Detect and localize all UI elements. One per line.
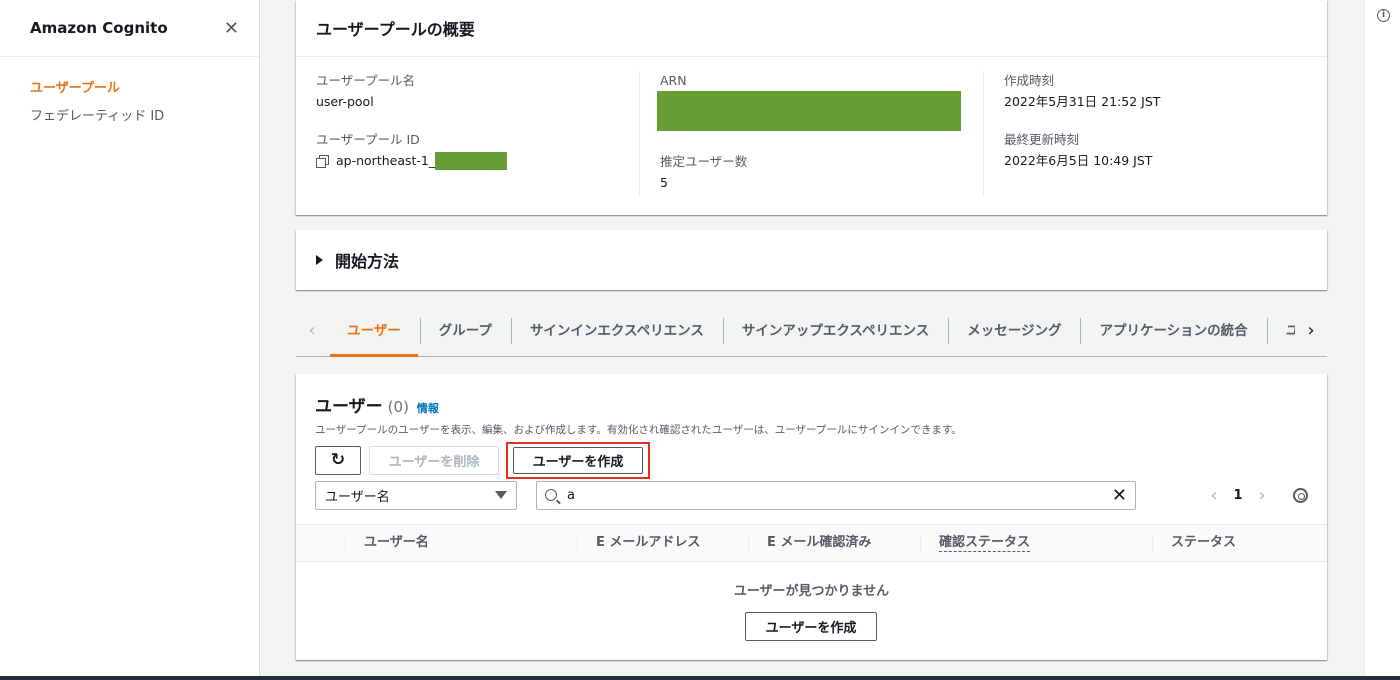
tab-sign-in-experience[interactable]: サインインエクスペリエンス [510,305,723,357]
getting-started-section[interactable]: 開始方法 [296,230,1327,290]
empty-create-user-button[interactable]: ユーザーを作成 [745,612,877,641]
create-user-button[interactable]: ユーザーを作成 [513,446,643,474]
overview-column-1: ユーザープール名 user-pool ユーザープール ID ap-northea… [296,71,639,196]
sidebar-item-federated-identities[interactable]: フェデレーティッド ID [0,103,259,131]
tab-sign-up-experience[interactable]: サインアップエクスペリエンス [722,305,948,357]
search-icon [545,489,557,501]
bottom-bar [0,676,1400,680]
users-actions: ↻ ユーザーを削除 ユーザーを作成 [315,441,1308,479]
delete-user-button[interactable]: ユーザーを削除 [369,445,499,475]
info-icon[interactable]: i [1377,9,1390,22]
updated-time-label: 最終更新時刻 [1004,132,1080,147]
pagination: ‹ 1 › [1201,485,1308,506]
overview-column-3: 作成時刻 2022年5月31日 21:52 JST 最終更新時刻 2022年6月… [983,71,1327,196]
caret-down-icon [495,491,507,499]
pool-id-text: ap-northeast-1_ [336,153,436,168]
overview-title: ユーザープールの概要 [316,20,475,39]
search-input-value[interactable]: a [567,488,1112,503]
side-navigation: Amazon Cognito ✕ ユーザープール フェデレーティッド ID [0,0,260,680]
tab-messaging[interactable]: メッセージング [948,305,1080,357]
users-count: (0) [387,398,409,416]
users-table-header: ユーザー名 E メールアドレス E メール確認済み 確認ステータス ステータス [296,524,1327,562]
users-title: ユーザー [315,397,383,417]
copy-icon[interactable] [316,155,329,168]
overview-header: ユーザープールの概要 [296,0,1327,57]
updated-time-value: 2022年6月5日 10:49 JST [1004,153,1153,168]
caret-right-icon [316,255,323,265]
estimated-users-label: 推定ユーザー数 [660,154,748,169]
estimated-users-value: 5 [660,175,668,190]
search-input[interactable]: a ✕ [536,480,1136,510]
next-page-icon[interactable]: › [1249,485,1275,506]
close-icon[interactable]: ✕ [224,18,239,39]
redacted-arn [657,91,961,131]
side-nav-title[interactable]: Amazon Cognito [30,19,168,37]
arn-value [657,91,963,131]
filter-row: ユーザー名 a ✕ ‹ 1 › [315,480,1308,510]
filter-property-value: ユーザー名 [325,489,390,505]
tab-user-truncated[interactable]: ユー [1266,305,1295,357]
filter-property-select[interactable]: ユーザー名 [315,480,517,510]
refresh-button[interactable]: ↻ [315,445,361,475]
pool-id-label: ユーザープール ID [316,132,420,147]
column-confirmation-status[interactable]: 確認ステータス [920,524,1152,562]
tab-users[interactable]: ユーザー [328,305,420,357]
redacted-pool-id [435,152,508,170]
users-panel: ユーザー (0) 情報 ユーザープールのユーザーを表示、編集、および作成します。… [296,374,1327,660]
tools-rail: i [1364,0,1400,680]
column-username-label: ユーザー名 [364,535,429,550]
pool-name-value: user-pool [316,94,374,109]
column-email[interactable]: E メールアドレス [577,524,748,562]
side-nav-list: ユーザープール フェデレーティッド ID [0,57,259,131]
column-status-label: ステータス [1171,535,1237,550]
empty-state-text: ユーザーが見つかりません [733,584,890,599]
tab-app-integration[interactable]: アプリケーションの統合 [1080,305,1266,357]
column-email-label: E メールアドレス [596,535,701,550]
created-time-value: 2022年5月31日 21:52 JST [1004,94,1161,109]
previous-page-icon[interactable]: ‹ [1201,485,1227,506]
arn-label: ARN [660,73,687,88]
tab-list: ユーザー グループ サインインエクスペリエンス サインアップエクスペリエンス メ… [328,305,1295,357]
tab-bar: ‹ ユーザー グループ サインインエクスペリエンス サインアップエクスペリエンス… [296,305,1327,357]
pool-name-label: ユーザープール名 [316,73,416,88]
overview-columns: ユーザープール名 user-pool ユーザープール ID ap-northea… [296,57,1327,196]
column-status[interactable]: ステータス [1152,524,1327,562]
column-username[interactable]: ユーザー名 [345,524,577,562]
refresh-icon: ↻ [330,450,346,470]
column-email-verified[interactable]: E メール確認済み [748,524,920,562]
created-time-label: 作成時刻 [1004,73,1055,88]
gear-icon[interactable] [1293,487,1308,503]
chevron-right-icon[interactable]: › [1295,305,1327,357]
page-number[interactable]: 1 [1227,488,1249,503]
users-description: ユーザープールのユーザーを表示、編集、および作成します。有効化され確認されたユー… [315,424,962,436]
side-nav-header: Amazon Cognito ✕ [0,0,259,57]
tab-groups[interactable]: グループ [419,305,511,357]
highlight-box: ユーザーを作成 [506,441,650,479]
getting-started-title: 開始方法 [335,252,400,271]
info-link[interactable]: 情報 [417,400,439,416]
user-pool-overview-panel: ユーザープールの概要 ユーザープール名 user-pool ユーザープール ID… [296,0,1327,215]
clear-icon[interactable]: ✕ [1112,485,1127,506]
sidebar-item-user-pools[interactable]: ユーザープール [0,75,259,103]
pool-id-value: ap-northeast-1_ [316,150,619,172]
overview-column-2: ARN 推定ユーザー数 5 [639,71,983,196]
users-title-row: ユーザー (0) 情報 [315,392,1308,417]
users-header: ユーザー (0) 情報 ユーザープールのユーザーを表示、編集、および作成します。… [296,374,1327,510]
chevron-left-icon[interactable]: ‹ [296,305,328,357]
column-confirmation-status-label: 確認ステータス [939,535,1031,552]
column-email-verified-label: E メール確認済み [767,535,872,550]
